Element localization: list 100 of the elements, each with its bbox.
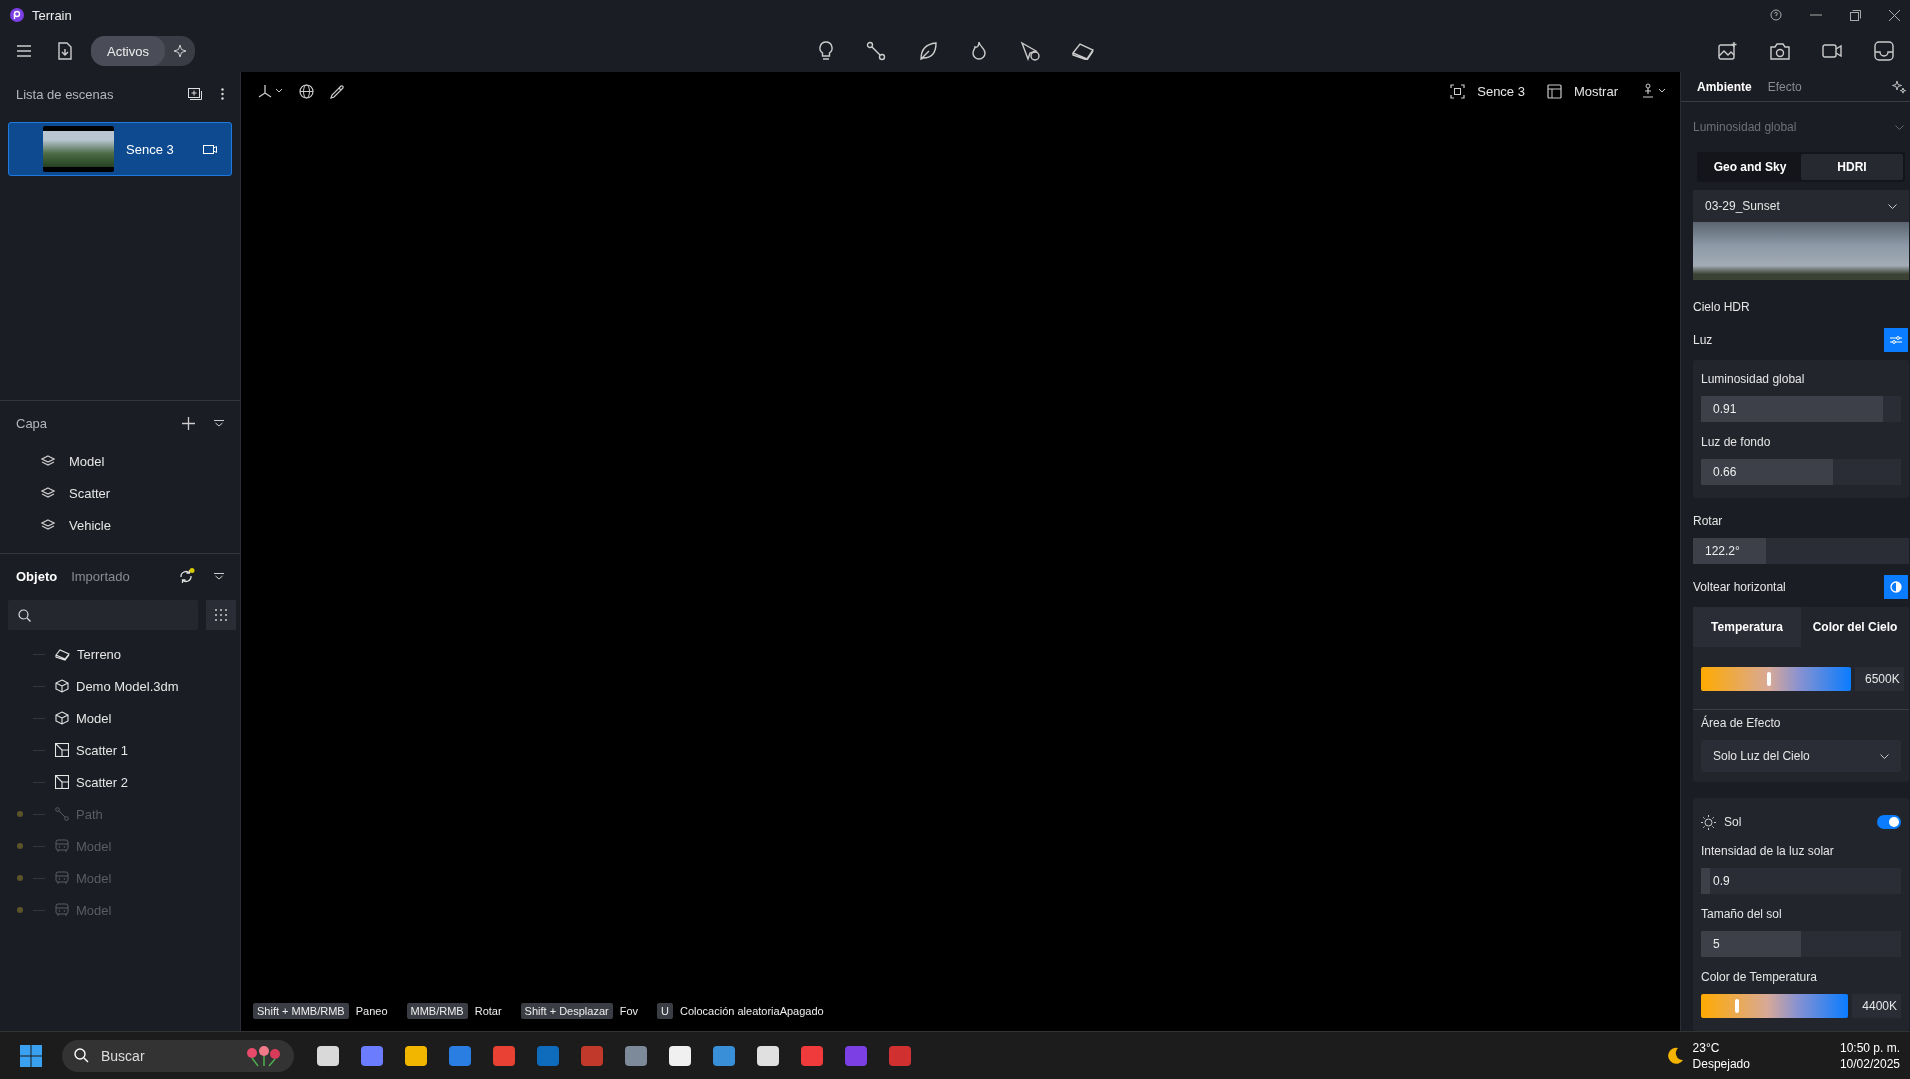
cursor-add-icon[interactable] [1019, 41, 1040, 61]
scene-name: Sence 3 [126, 141, 175, 157]
app-icon[interactable] [668, 1043, 692, 1068]
layer-item[interactable]: Vehicle [69, 517, 111, 533]
search-icon [74, 1048, 89, 1063]
scatter-icon [55, 775, 69, 789]
layer-item[interactable]: Scatter [69, 485, 111, 501]
camera-icon[interactable] [1770, 42, 1790, 60]
document-import-icon[interactable] [57, 42, 73, 60]
object-item[interactable]: Scatter 2 [76, 774, 129, 790]
sky-mode-tab[interactable]: HDRI [1801, 154, 1903, 180]
sparkle-icon[interactable] [1892, 79, 1906, 94]
object-item[interactable]: Model [76, 710, 112, 726]
sync-icon[interactable] [178, 567, 195, 585]
terrain-icon[interactable] [1071, 42, 1094, 60]
person-dropdown-icon[interactable] [1640, 83, 1666, 99]
panel-tab[interactable]: Ambiente [1697, 79, 1752, 94]
key-hint: MMB/RMB [406, 1003, 468, 1019]
start-icon[interactable] [20, 1044, 42, 1067]
sun-toggle[interactable] [1877, 815, 1901, 829]
layers-icon [41, 487, 55, 499]
show-button[interactable]: Mostrar [1573, 83, 1618, 99]
more-icon[interactable] [221, 88, 224, 100]
contrast-icon [1890, 581, 1902, 593]
section-title: Capa [16, 415, 48, 431]
globe-icon[interactable] [299, 83, 314, 99]
grid-view-button[interactable] [206, 600, 236, 630]
slider-value: 0.9 [1712, 874, 1730, 888]
effect-area-dropdown[interactable]: Solo Luz del Cielo [1701, 740, 1901, 772]
clock-date[interactable]: 10/02/2025 [1839, 1055, 1900, 1072]
preset-dropdown[interactable]: 03-29_Sunset [1693, 190, 1909, 222]
key-hint: U [657, 1003, 673, 1019]
temperature-gradient-slider[interactable] [1701, 994, 1849, 1018]
slider-thumb[interactable] [1734, 999, 1739, 1013]
value-slider[interactable]: 5 [1701, 931, 1901, 957]
search-input[interactable]: Buscar [99, 1046, 234, 1065]
leaf-icon[interactable] [917, 41, 938, 61]
vehicle-icon [55, 903, 69, 917]
color-mode-tab[interactable]: Temperatura [1693, 607, 1801, 647]
axis-dropdown-icon[interactable] [257, 83, 283, 99]
lightbulb-icon[interactable] [817, 41, 834, 61]
app-icon[interactable] [404, 1043, 428, 1068]
image-sparkle-icon[interactable] [1718, 42, 1738, 60]
object-item[interactable]: Scatter 1 [76, 742, 129, 758]
help-icon[interactable] [1770, 9, 1782, 21]
layer-item[interactable]: Model [69, 453, 105, 469]
chevron-down-icon[interactable] [1895, 124, 1904, 130]
sparkle-icon[interactable] [172, 44, 187, 58]
add-icon[interactable] [182, 416, 195, 430]
app-logo-icon [10, 8, 24, 22]
field-label: Luz [1693, 333, 1713, 347]
window-title: Terrain [32, 7, 72, 23]
adjust-button[interactable] [1884, 328, 1908, 352]
value-slider[interactable]: 0.66 [1701, 459, 1901, 485]
color-mode-tab[interactable]: Color del Cielo [1801, 607, 1909, 647]
sky-mode-tab[interactable]: Geo and Sky [1699, 154, 1801, 180]
object-tab[interactable]: Objeto [16, 568, 58, 584]
flame-icon[interactable] [969, 41, 988, 61]
focus-frame-icon[interactable] [1450, 83, 1466, 99]
clock-time[interactable]: 10:50 p. m. [1839, 1039, 1900, 1056]
collapse-icon[interactable] [214, 572, 224, 580]
close-icon[interactable] [1889, 9, 1900, 21]
taskbar-search-field[interactable]: Buscar [62, 1039, 294, 1072]
terrain-icon [55, 647, 70, 661]
video-camera-icon[interactable] [1822, 44, 1842, 58]
sun-icon [1701, 814, 1716, 830]
object-item[interactable]: Terreno [77, 646, 122, 662]
scene-label[interactable]: Sence 3 [1477, 83, 1525, 99]
scene-item[interactable]: Sence 3 [8, 122, 232, 176]
path-icon[interactable] [865, 41, 886, 61]
value-slider[interactable]: 0.9 [1701, 868, 1901, 894]
app-icon[interactable] [316, 1043, 340, 1068]
search-field[interactable] [8, 600, 198, 630]
object-item[interactable]: Demo Model.3dm [76, 678, 179, 694]
collapse-icon[interactable] [214, 419, 224, 427]
inbox-icon[interactable] [1874, 41, 1894, 61]
object-tab[interactable]: Importado [71, 568, 130, 584]
app-icon[interactable] [756, 1043, 780, 1068]
cube-icon [55, 711, 69, 725]
value-slider[interactable]: 122.2° [1693, 538, 1909, 564]
field-label: Sol [1724, 815, 1742, 829]
flip-toggle[interactable] [1884, 575, 1908, 599]
section-title: Luminosidad global [1693, 120, 1797, 134]
display-icon[interactable] [1546, 83, 1562, 99]
temperature-gradient-slider[interactable] [1701, 667, 1851, 691]
hint-label: Fov [619, 1005, 639, 1017]
eyedropper-icon[interactable] [330, 83, 345, 99]
field-label: Luz de fondo [1701, 435, 1772, 449]
panel-tab[interactable]: Efecto [1767, 79, 1802, 94]
layers-icon [41, 455, 55, 467]
assets-button[interactable]: Activos [91, 36, 165, 66]
path-icon [55, 807, 69, 821]
field-label: Rotar [1693, 514, 1724, 528]
camera-icon[interactable] [203, 144, 217, 154]
slider-thumb[interactable] [1766, 672, 1771, 686]
value-slider[interactable]: 0.91 [1701, 396, 1901, 422]
menu-icon[interactable] [17, 45, 31, 57]
section-title: Lista de escenas [16, 86, 114, 102]
restore-icon[interactable] [1850, 9, 1861, 21]
add-scene-icon[interactable] [188, 88, 202, 100]
